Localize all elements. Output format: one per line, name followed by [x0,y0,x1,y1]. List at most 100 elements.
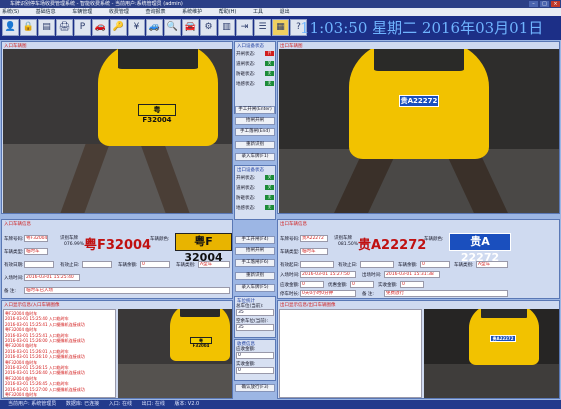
exit-type-field[interactable]: 临时车 [300,248,328,255]
entry-status-title: 入口设备状态 [237,44,264,49]
exit-category-field[interactable]: A型车 [476,261,508,268]
field-label: 车牌号码: [280,237,300,242]
entry-big-plate: 粤F32004 [84,238,152,253]
confirm-release-button[interactable]: 确认放行(F3) [235,384,275,392]
field-label: 车辆余额: [118,263,138,268]
entry-plate-image: 粤F 32004 [175,233,232,264]
clock-display: 11:03:50 星期二 2016年03月01日 [300,19,544,37]
entry-remark-field[interactable]: 临时车已入场 [24,287,230,294]
exit-info-panel: 出口车辆信息 车牌号码: 贵A22272 识别车牌 081.50% 贵A2227… [277,219,560,299]
entry-raise-button[interactable]: 抬闸开闸 [235,117,275,125]
search-icon[interactable]: 🔍 [164,19,181,36]
exit-status-title: 出口设备状态 [237,168,264,173]
letter-p-icon[interactable]: P [74,19,91,36]
status-label: 地感状态: [236,206,256,211]
cash-icon[interactable]: ¥ [128,19,145,36]
exit-remark-field[interactable]: 免费放行 [384,290,508,297]
card-icon[interactable]: ▤ [38,19,55,36]
entry-manual-open-button[interactable]: 手工开闸(Enter) [235,106,275,114]
settings-icon[interactable]: ☰ [254,19,271,36]
entry-re-recognize-button[interactable]: 重新识别 [235,141,275,149]
exit-plate-field[interactable]: 贵A22272 [300,235,328,242]
status-label: 防砸状态: [236,72,256,77]
exit-input-plate-button[interactable]: 录入车牌(F5) [235,284,275,292]
exit-balance-field[interactable]: 0 [420,261,450,268]
window-title: 车牌识别停车场收费管理系统 - 智能收费系统 - 当前用户:系统管理员 (adm… [10,1,183,7]
entry-in-time-field[interactable]: 2016-03-01 15:25:40 [24,274,80,281]
exit-valid-from-field[interactable] [300,261,334,268]
entry-type-field[interactable]: 临时车 [24,248,48,255]
field-label: 车辆类别: [454,263,474,268]
parking-stats-box: 车位统计 总车位(当前): 35 空余车位(当前): 35 [234,296,276,338]
field-label: 实收金额: [378,283,398,288]
exit-re-recognize-button[interactable]: 重新识别 [235,272,275,280]
entry-thumbnail: 粤F32004 [118,309,232,398]
exit-out-time-field[interactable]: 2016-03-01 15:31:38 [384,271,440,278]
entry-valid-from-field[interactable] [24,261,54,268]
menu-item[interactable]: 系统(S) [0,9,19,15]
field-label: 车辆颜色: [150,237,170,242]
exit-manual-open-button[interactable]: 手工开闸(F4) [235,236,275,244]
exit-icon[interactable]: ⇥ [236,19,253,36]
key-icon[interactable]: 🔑 [110,19,127,36]
chart-icon[interactable]: ▥ [218,19,235,36]
status-value: 无 [265,81,274,86]
log-line: 粤F32004 临时车 [5,392,38,398]
exit-camera-view: 贵A22272 [279,49,559,213]
close-button[interactable]: × [551,1,560,7]
exit-thumb-plate: 贵A22272 [490,335,516,342]
exit-log-panel: 出口显示信息/出口车辆图像 贵A22272 [277,300,560,399]
field-label: 入场时间: [4,276,24,281]
menu-item[interactable]: 收费管理 [107,9,129,15]
car-icon[interactable]: 🚗 [92,19,109,36]
entry-valid-to-field[interactable] [82,261,112,268]
menu-item[interactable]: 车辆管理 [70,9,92,15]
car3-icon[interactable]: 🚘 [182,19,199,36]
user-icon[interactable]: 👤 [2,19,19,36]
field-label: 识别车牌 [60,236,78,241]
field-label: 车辆余额: [398,263,418,268]
gear-icon[interactable]: ⚙ [200,19,217,36]
field-label: 车辆颜色: [424,237,444,242]
exit-paid-field[interactable]: 0 [400,281,424,288]
car2-icon[interactable]: 🚙 [146,19,163,36]
lock-icon[interactable]: 🔒 [20,19,37,36]
status-value: 无 [265,195,274,200]
exit-in-time-field[interactable]: 2016-03-01 15:27:50 [300,271,356,278]
toolbar: 👤 🔒 ▤ 🖨 P 🚗 🔑 ¥ 🚙 🔍 🚘 ⚙ ▥ ⇥ ☰ ▦ ? 11:03:… [0,16,561,40]
field-label: 有效日期: [4,263,24,268]
minimize-button[interactable]: – [529,1,538,7]
menu-item[interactable]: 基础信息 [34,9,56,15]
printer-icon[interactable]: 🖨 [56,19,73,36]
exit-device-status-box: 出口设备状态 开闸状态: 关 道闸状态: 关 防砸状态: 无 地感状态: 无 [234,165,276,220]
exit-free-field[interactable]: 0 [350,281,374,288]
status-item: 入口: 在线 [108,401,133,407]
entry-balance-field[interactable]: 0 [140,261,170,268]
entry-plate-field[interactable]: 粤F32004 [24,235,48,242]
status-value: 关 [265,175,274,180]
maximize-button[interactable]: □ [540,1,549,7]
fee-should-value: 0 [236,352,274,359]
menu-item[interactable]: 工具 [251,9,263,15]
status-label: 防砸状态: [236,196,256,201]
exit-valid-to-field[interactable] [360,261,394,268]
exit-manual-close-button[interactable]: 手工落闸(F6) [235,259,275,267]
entry-category-field[interactable]: A型车 [198,261,230,268]
exit-duration-field[interactable]: 0天0小时0分钟 [300,290,356,297]
exit-raise-button[interactable]: 抬闸开闸 [235,247,275,255]
menu-item[interactable]: 系统维护 [180,9,202,15]
entry-input-plate-button[interactable]: 录入车牌(F1) [235,153,275,161]
field-label: 车辆类型: [280,250,300,255]
status-item: 版本: V2.0 [174,401,200,407]
status-label: 道闸状态: [236,186,256,191]
menu-item[interactable]: 帮助(H) [217,9,237,15]
menu-item[interactable]: 退出 [278,9,290,15]
exit-should-field[interactable]: 0 [300,281,324,288]
entry-manual-close-button[interactable]: 手工落闸(End) [235,128,275,136]
status-value: 开 [265,51,274,56]
field-label: 有效止日: [338,263,358,268]
exit-info-title: 出口车辆信息 [280,222,307,227]
menu-item[interactable]: 查询报表 [144,9,166,15]
status-label: 道闸状态: [236,62,256,67]
grid-icon[interactable]: ▦ [272,19,289,36]
